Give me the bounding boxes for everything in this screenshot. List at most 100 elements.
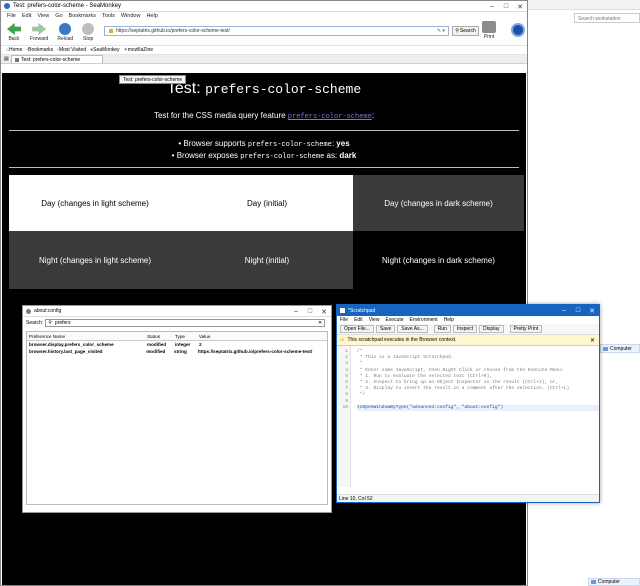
day-light-cell: Day (changes in light scheme) — [9, 175, 181, 231]
tooltip: Test: prefers-color-scheme — [119, 75, 187, 84]
pref-table-header: Preference Name Status Type Value — [27, 332, 327, 341]
intro-paragraph: Test for the CSS media query feature pre… — [2, 111, 526, 121]
intro-link[interactable]: prefers-color-scheme — [288, 113, 372, 121]
desktop-computer-item-bottom[interactable]: Computer — [588, 578, 640, 586]
maximize-button[interactable]: □ — [499, 1, 513, 12]
back-button[interactable]: Back — [7, 23, 21, 42]
clear-search-icon[interactable]: ✕ — [318, 320, 322, 326]
close-button[interactable]: ✕ — [317, 306, 331, 317]
url-dropdown-icon[interactable]: ✎ ▾ — [437, 28, 445, 34]
stop-label: Stop — [83, 36, 94, 42]
support-list: • Browser supports prefers-color-scheme:… — [2, 139, 526, 163]
pref-value: 2 — [199, 342, 202, 347]
pref-value: https://septatrix.github.io/prefers-colo… — [197, 349, 313, 354]
maximize-button[interactable]: □ — [303, 306, 317, 317]
pref-table: Preference Name Status Type Value browse… — [26, 331, 328, 505]
run-button[interactable]: Run — [433, 325, 451, 333]
stop-button[interactable]: Stop — [82, 23, 95, 42]
col-type[interactable]: Type — [175, 334, 199, 339]
printer-icon — [482, 21, 496, 33]
computer-icon — [603, 346, 608, 351]
desktop-computer-item[interactable]: Computer — [600, 344, 640, 353]
reload-button[interactable]: Reload — [57, 23, 73, 42]
display-button[interactable]: Display — [479, 325, 504, 333]
menu-execute[interactable]: Execute — [385, 317, 403, 323]
active-tab[interactable]: Test: prefers-color-scheme — [11, 55, 103, 63]
warning-icon: ⚠ — [340, 337, 345, 343]
desktop-search-field[interactable]: Search workstation — [574, 13, 640, 23]
col-status[interactable]: Status — [147, 334, 175, 339]
menu-file[interactable]: File — [340, 317, 348, 323]
scratchpad-titlebar: *Scratchpad – □ ✕ — [337, 305, 599, 316]
menu-bookmarks[interactable]: Bookmarks — [69, 13, 97, 19]
bookmark-seamonkey[interactable]: ●SeaMonkey — [90, 47, 119, 53]
exposes-bullet: • Browser exposes prefers-color-scheme a… — [171, 151, 357, 161]
magnifier-icon: ⚲ — [455, 28, 459, 34]
bookmark-bookmarks[interactable]: ▪Bookmarks — [26, 47, 53, 53]
scratchpad-statusbar: Line 10, Col 52 — [337, 494, 599, 502]
menu-help[interactable]: Help — [146, 13, 157, 19]
intro-text: Test for the CSS media query feature — [153, 111, 286, 120]
stop-icon — [82, 23, 95, 35]
aboutconfig-search-input[interactable]: ⚲ prefers ✕ — [45, 319, 326, 327]
day-dark-cell: Day (changes in dark scheme) — [353, 175, 524, 231]
bookmark-mozillazine[interactable]: ✦mozillaZine — [124, 47, 154, 53]
heading-code: prefers-color-scheme — [205, 82, 362, 97]
pref-status: modified — [146, 349, 166, 354]
tab-favicon — [15, 57, 19, 62]
menu-edit[interactable]: Edit — [354, 317, 363, 323]
maximize-button[interactable]: □ — [571, 305, 585, 316]
seamonkey-app-icon — [4, 3, 10, 9]
forward-label: Forward — [30, 36, 49, 42]
scratchpad-app-icon — [340, 308, 345, 313]
back-arrow-icon — [7, 23, 21, 35]
pretty-print-button[interactable]: Pretty Print — [509, 325, 543, 333]
code-editor[interactable]: 1 2 3 4 5 6 7 8 9 10 /* * This is a Java… — [337, 346, 599, 487]
menu-go[interactable]: Go — [55, 13, 62, 19]
table-row[interactable]: browser.display.prefers_color_scheme mod… — [27, 341, 327, 348]
reload-icon — [59, 23, 72, 35]
notice-close-icon[interactable]: ✕ — [590, 337, 595, 344]
night-dark-cell: Night (changes in dark scheme) — [353, 231, 524, 289]
page-heading: Test: prefers-color-scheme — [2, 80, 526, 98]
menu-environment[interactable]: Environment — [410, 317, 438, 323]
search-button[interactable]: ⚲ Search — [452, 26, 479, 36]
url-bar[interactable]: https://septatrix.github.io/prefers-colo… — [104, 26, 449, 36]
tab-strip: ▤ Test: prefers-color-scheme — [1, 55, 527, 64]
bookmark-mozillazine-label: mozillaZine — [127, 47, 154, 53]
minimize-button[interactable]: – — [485, 1, 499, 12]
bookmark-home[interactable]: ⌂Home — [6, 47, 22, 53]
minimize-button[interactable]: – — [289, 306, 303, 317]
bullet-value: yes — [336, 139, 350, 148]
pref-status: modified — [147, 342, 167, 347]
close-button[interactable]: ✕ — [513, 1, 527, 12]
print-button[interactable]: Print — [482, 21, 496, 40]
open-file-button[interactable]: Open File... — [340, 325, 374, 333]
code-text: /* * This is a JavaScript Scratchpad. * … — [351, 346, 599, 487]
menu-tools[interactable]: Tools — [102, 13, 115, 19]
bookmark-bookmarks-label: Bookmarks — [28, 47, 54, 53]
close-button[interactable]: ✕ — [585, 305, 599, 316]
menu-file[interactable]: File — [7, 13, 16, 19]
menu-window[interactable]: Window — [121, 13, 141, 19]
menu-edit[interactable]: Edit — [22, 13, 31, 19]
col-preference-name[interactable]: Preference Name — [27, 334, 147, 339]
cursor-position: Line 10, Col 52 — [339, 495, 373, 502]
bullet-value: dark — [339, 151, 357, 160]
minimize-button[interactable]: – — [557, 305, 571, 316]
menu-help[interactable]: Help — [444, 317, 454, 323]
pref-type: integer — [175, 342, 191, 347]
save-as-button[interactable]: Save As... — [397, 325, 428, 333]
save-button[interactable]: Save — [375, 325, 396, 333]
day-initial-cell: Day (initial) — [181, 175, 353, 231]
inspect-button[interactable]: Inspect — [452, 325, 478, 333]
col-value[interactable]: Value — [199, 334, 319, 339]
aboutconfig-search-row: Search: ⚲ prefers ✕ — [23, 317, 331, 329]
table-row[interactable]: browser.history.last_page_visited modifi… — [27, 348, 327, 355]
tab-list-icon[interactable]: ▤ — [4, 56, 11, 63]
menu-view[interactable]: View — [369, 317, 380, 323]
menu-view[interactable]: View — [37, 13, 49, 19]
bookmark-most-visited[interactable]: ▪Most Visited — [57, 47, 86, 53]
forward-button[interactable]: Forward — [30, 23, 48, 42]
browser-menubar: File Edit View Go Bookmarks Tools Window… — [1, 12, 527, 20]
